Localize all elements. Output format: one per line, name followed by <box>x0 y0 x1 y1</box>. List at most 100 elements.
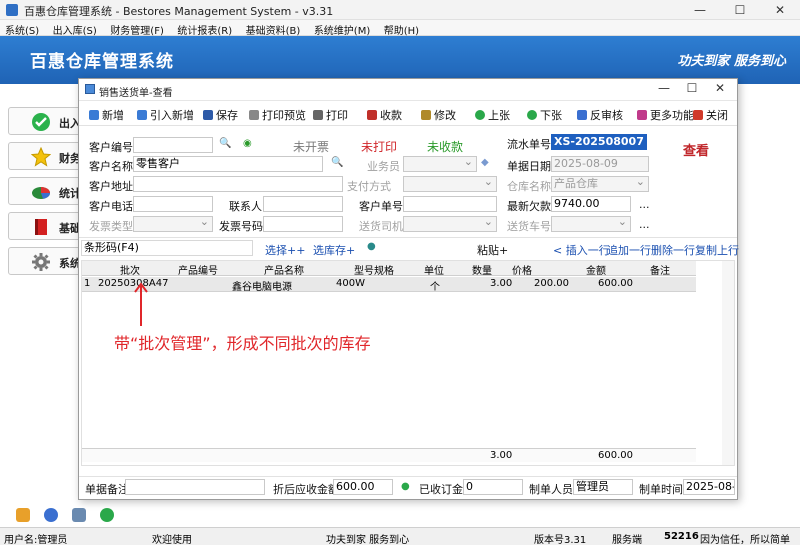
print-button[interactable]: 打印 <box>313 107 348 123</box>
globe-icon[interactable]: ● <box>367 241 376 252</box>
arrow-right-icon <box>527 110 537 120</box>
unapprove-button[interactable]: 反审核 <box>577 107 623 123</box>
column-header[interactable]: 金额 <box>586 262 606 277</box>
menu-maintenance[interactable]: 系统维护(M) <box>309 20 375 37</box>
menu-basic[interactable]: 基础资料(B) <box>241 20 306 37</box>
menu-reports[interactable]: 统计报表(R) <box>172 20 237 37</box>
table-scrollbar[interactable] <box>722 261 734 465</box>
date-input[interactable]: 2025-08-09 <box>551 156 649 172</box>
unit-cell[interactable]: 个 <box>430 278 440 293</box>
save-button[interactable]: 保存 <box>203 107 238 123</box>
edit-label: 修改 <box>434 109 456 122</box>
invoice-no-input[interactable] <box>263 216 343 232</box>
sidebar-item-basic[interactable]: 基础资 <box>8 212 92 240</box>
qty-cell[interactable]: 3.00 <box>490 278 512 289</box>
new-button[interactable]: 新增 <box>89 107 124 123</box>
dialog-close-button[interactable]: ✕ <box>707 81 733 95</box>
search-icon[interactable]: 🔍 <box>219 138 231 149</box>
exit-icon[interactable] <box>100 508 114 522</box>
customer-name-input[interactable]: 零售客户 <box>133 156 323 172</box>
column-header[interactable]: 产品名称 <box>264 262 304 277</box>
edit-button[interactable]: 修改 <box>421 107 456 123</box>
column-header[interactable]: 数量 <box>472 262 492 277</box>
prev-button[interactable]: 上张 <box>475 107 510 123</box>
print-preview-button[interactable]: 打印预览 <box>249 107 306 123</box>
print-status: 未打印 <box>361 140 398 154</box>
dialog-titlebar: 销售送货单-查看 — ☐ ✕ <box>79 79 737 101</box>
spec-cell[interactable]: 400W <box>336 278 365 289</box>
column-header[interactable]: 批次 <box>120 262 140 277</box>
delete-row-button[interactable]: 删除一行 <box>651 242 695 258</box>
copy-row-button[interactable]: 复制上行 <box>695 242 739 258</box>
column-header[interactable]: 型号规格 <box>354 262 394 277</box>
customer-address-input[interactable] <box>133 176 343 192</box>
select-plus-button[interactable]: 选择++ <box>265 242 305 258</box>
minimize-button[interactable]: — <box>680 0 720 20</box>
dialog-maximize-button[interactable]: ☐ <box>679 81 705 95</box>
driver-select[interactable] <box>403 216 497 232</box>
row-index: 1 <box>84 278 91 289</box>
plate-more-button[interactable]: ... <box>639 218 650 231</box>
status-dot-icon: ● <box>401 481 410 492</box>
salesperson-select[interactable] <box>403 156 477 172</box>
latest-debt-label: 最新欠款 <box>507 200 551 213</box>
insert-row-button[interactable]: < 插入一行 <box>553 242 610 258</box>
menu-help[interactable]: 帮助(H) <box>379 20 424 37</box>
name-cell[interactable]: 鑫谷电脑电源 <box>232 278 292 293</box>
customer-order-input[interactable] <box>403 196 497 212</box>
more-functions-button[interactable]: 更多功能 <box>637 107 694 123</box>
customer-code-label: 客户编号 <box>89 141 133 154</box>
menu-system[interactable]: 系统(S) <box>0 20 44 37</box>
import-new-button[interactable]: 引入新增 <box>137 107 194 123</box>
select-stock-button[interactable]: 选库存+ <box>313 242 355 258</box>
dialog-minimize-button[interactable]: — <box>651 81 677 95</box>
sidebar-item-finance[interactable]: 财务管 <box>8 142 92 170</box>
plate-select[interactable] <box>551 216 631 232</box>
sidebar-item-inout[interactable]: 出入 <box>8 107 86 135</box>
totals-row: 3.00 600.00 <box>82 448 696 462</box>
next-button[interactable]: 下张 <box>527 107 562 123</box>
serial-input[interactable]: XS-202508007 <box>551 134 647 150</box>
column-header[interactable]: 单位 <box>424 262 444 277</box>
close-dialog-button[interactable]: 关闭 <box>693 107 728 123</box>
refresh-icon[interactable]: ◉ <box>243 138 252 149</box>
price-cell[interactable]: 200.00 <box>534 278 569 289</box>
append-row-button[interactable]: 追加一行 <box>607 242 651 258</box>
remark-input[interactable] <box>125 479 265 495</box>
menu-finance[interactable]: 财务管理(F) <box>105 20 169 37</box>
amount-cell[interactable]: 600.00 <box>598 278 633 289</box>
table-row[interactable]: 1 20250308A47 鑫谷电脑电源 400W 个 3.00 200.00 … <box>82 277 696 293</box>
maximize-button[interactable]: ☐ <box>720 0 760 20</box>
column-header[interactable]: 价格 <box>512 262 532 277</box>
more-icon <box>637 110 647 120</box>
calculator-icon[interactable] <box>72 508 86 522</box>
sidebar-item-reports[interactable]: 统计报 <box>8 177 92 205</box>
search-icon[interactable]: 🔍 <box>331 157 343 168</box>
close-button[interactable]: ✕ <box>760 0 800 20</box>
brand-title: 百惠仓库管理系统 <box>30 52 174 72</box>
sidebar-item-maintenance[interactable]: 系统维 <box>8 247 92 275</box>
invoice-type-select[interactable] <box>133 216 213 232</box>
collect-button[interactable]: 收款 <box>367 107 402 123</box>
import-icon <box>137 110 147 120</box>
column-header[interactable]: 备注 <box>650 262 670 277</box>
total-amount: 600.00 <box>598 450 633 461</box>
app-logo-icon <box>6 4 18 16</box>
menu-inout[interactable]: 出入库(S) <box>48 20 102 37</box>
barcode-input[interactable]: 条形码(F4) <box>81 240 253 256</box>
customer-code-input[interactable] <box>133 137 213 153</box>
edit-icon <box>421 110 431 120</box>
warehouse-select[interactable]: 产品仓库 <box>551 176 649 192</box>
paste-button[interactable]: 粘贴+ <box>477 242 508 258</box>
clock-icon[interactable] <box>44 508 58 522</box>
contact-input[interactable] <box>263 196 343 212</box>
column-header[interactable]: 产品编号 <box>178 262 218 277</box>
debt-more-button[interactable]: ... <box>639 198 650 211</box>
pay-method-select[interactable] <box>403 176 497 192</box>
customer-phone-input[interactable] <box>133 196 213 212</box>
gear-icon <box>32 253 50 271</box>
collect-label: 收款 <box>380 109 402 122</box>
filter-icon[interactable]: ◆ <box>481 157 489 168</box>
folder-icon[interactable] <box>16 508 30 522</box>
customer-phone-label: 客户电话 <box>89 200 133 213</box>
